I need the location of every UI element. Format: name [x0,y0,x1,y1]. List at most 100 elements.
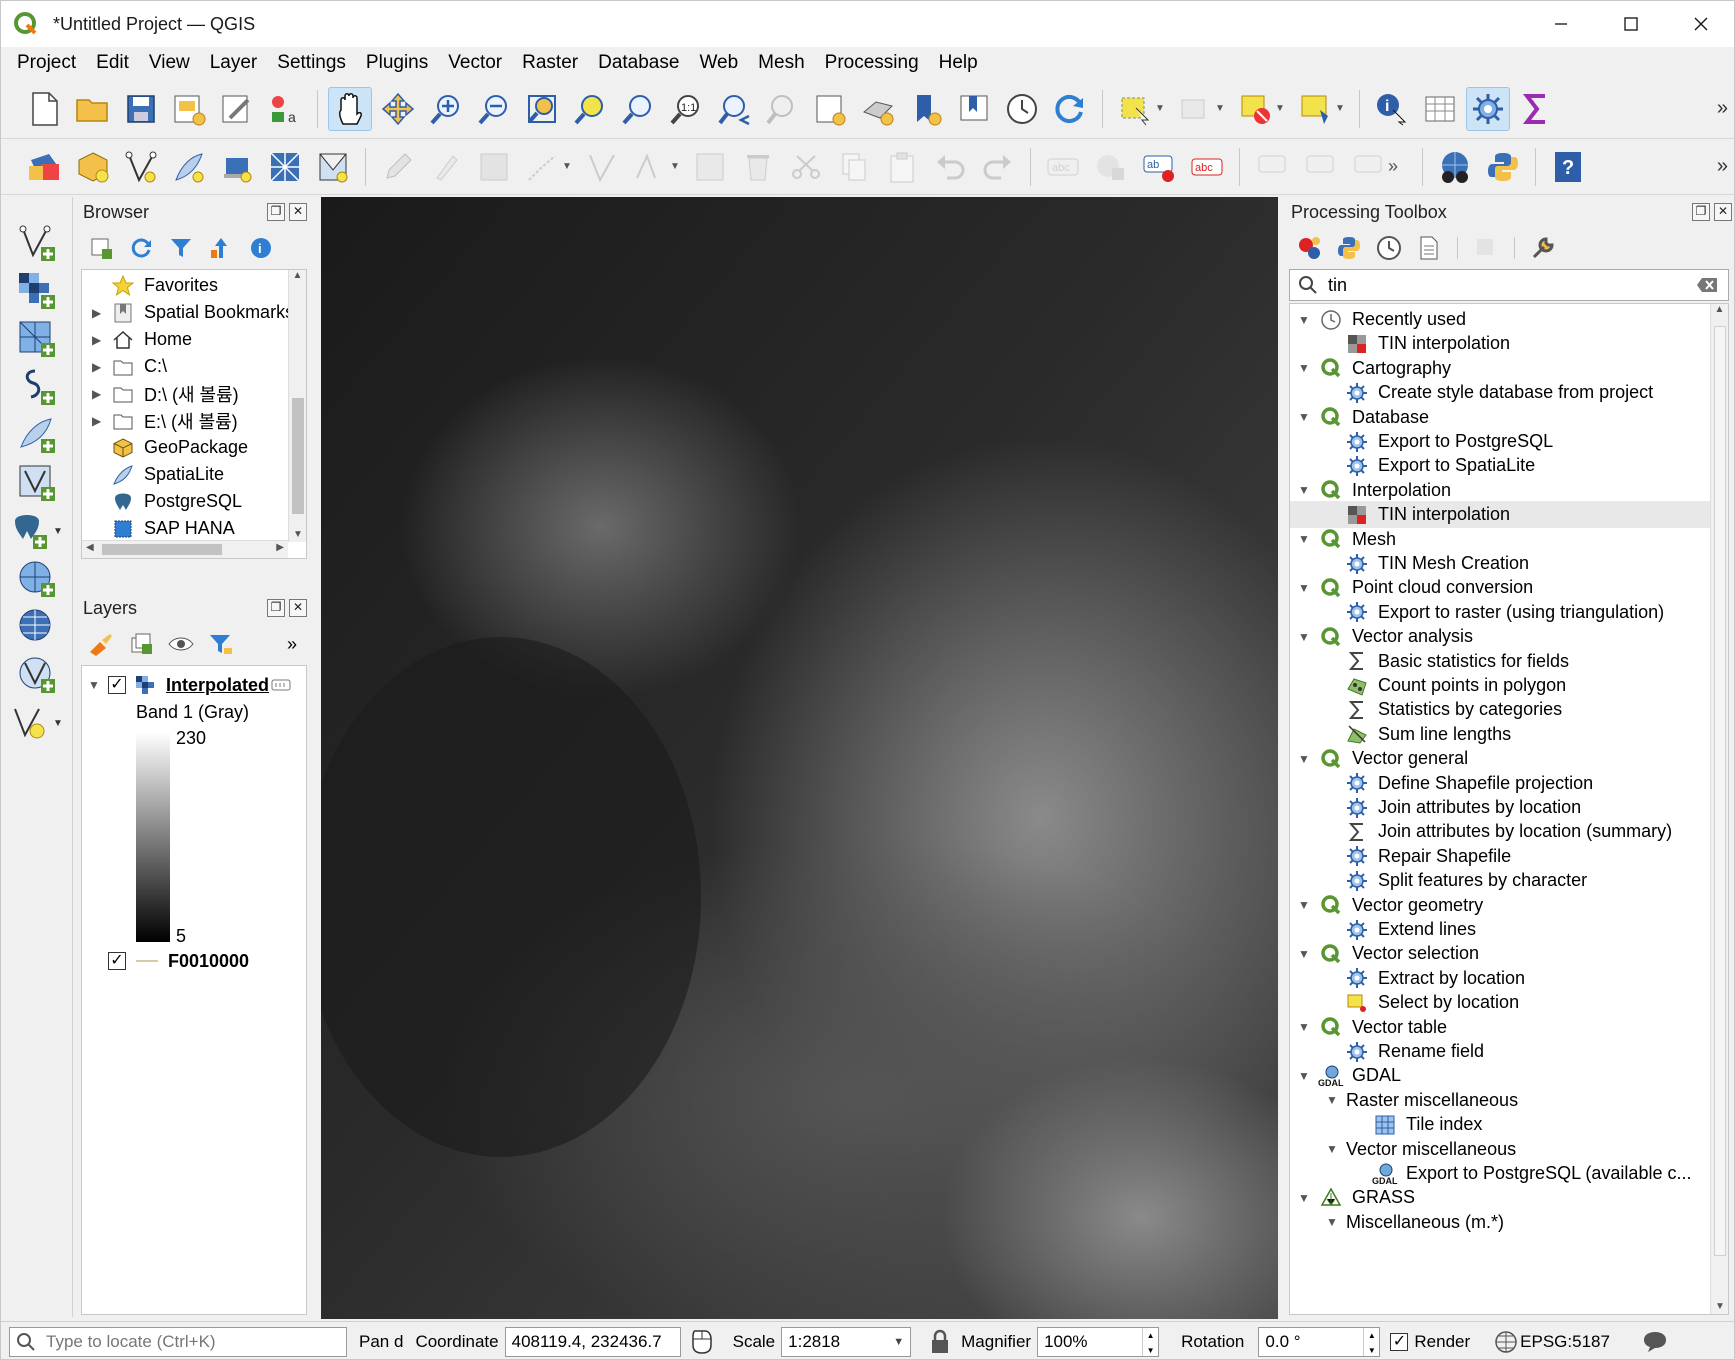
scroll-down-icon[interactable]: ▼ [293,529,303,540]
collapse-arrow-icon[interactable]: ▼ [1298,1020,1312,1034]
crs-globe-icon[interactable] [1494,1330,1518,1354]
new-virtual-layer-button[interactable] [263,145,307,189]
toolbox-algorithm[interactable]: Statistics by categories [1290,696,1710,723]
collapse-arrow-icon[interactable]: ▼ [1298,581,1312,595]
scripts-button[interactable] [1335,234,1363,262]
browser-hscrollbar[interactable]: ◀ ▶ [82,540,288,558]
layers-toolbar-overflow-icon[interactable]: » [287,634,297,655]
mouse-pointer-icon[interactable] [689,1329,715,1355]
show-bookmarks-button[interactable] [952,87,996,131]
scroll-down-icon[interactable]: ▼ [1715,1301,1725,1312]
new-shapefile-layer-button[interactable] [119,145,163,189]
collapse-arrow-icon[interactable]: ▼ [1298,630,1312,644]
magnifier-spinbox[interactable]: 100% ▲ ▼ [1037,1326,1160,1357]
zoom-next-button[interactable] [760,87,804,131]
browser-hscroll-thumb[interactable] [102,544,222,555]
toolbox-algorithm[interactable]: Sum line lengths [1290,721,1710,748]
select-expression-dropdown[interactable]: ▼ [1335,103,1347,114]
toolbox-group[interactable]: ▼ Database [1290,404,1710,431]
toolbox-algorithm[interactable]: Select by location [1290,989,1710,1016]
add-wfs-layer-button[interactable] [9,603,65,651]
browser-item[interactable]: ▶ E:\ (새 볼륨) [82,407,306,434]
add-postgis-layer-button[interactable]: ▼ [9,507,65,555]
layers-close-button[interactable]: ✕ [289,599,307,617]
history-button[interactable] [1375,234,1403,262]
move-label-button[interactable] [1298,145,1342,189]
locator-bar[interactable]: Type to locate (Ctrl+K) [9,1326,347,1357]
raster-layer-row[interactable]: ▼ ✓ Interpolated [88,672,292,698]
identify-features-button[interactable]: i [1370,87,1414,131]
show-hide-labels-button[interactable] [1250,145,1294,189]
toolbox-float-button[interactable]: ❐ [1692,203,1710,221]
add-spatialite-layer-button[interactable] [9,411,65,459]
add-raster-layer-button[interactable] [9,267,65,315]
collapse-all-button[interactable] [207,234,235,262]
deselect-button[interactable] [1173,87,1217,131]
coordinate-field[interactable]: 408119.4, 232436.7 [504,1326,681,1357]
collapse-arrow-icon[interactable]: ▼ [1298,1191,1312,1205]
open-attribute-table-button[interactable] [1418,87,1462,131]
add-wms-layer-button[interactable] [9,555,65,603]
toolbox-group[interactable]: ▼ Point cloud conversion [1290,574,1710,601]
undo-button[interactable] [928,145,972,189]
toolbox-group[interactable]: ▼ Vector geometry [1290,892,1710,919]
edit-features-in-place-button[interactable] [1472,234,1500,262]
toolbox-subgroup[interactable]: ▼ Raster miscellaneous [1290,1087,1710,1114]
crs-label[interactable]: EPSG:5187 [1520,1332,1610,1352]
toolbox-group[interactable]: ▼ Vector analysis [1290,623,1710,650]
expand-arrow-icon[interactable]: ▶ [92,306,110,320]
layer-diagram-button[interactable] [1089,145,1133,189]
select-by-expression-button[interactable] [1293,87,1337,131]
new-map-view-button[interactable] [808,87,852,131]
toolbox-algorithm[interactable]: Rename field [1290,1038,1710,1065]
messages-icon[interactable] [1642,1330,1668,1354]
raster-layer-name[interactable]: Interpolated [166,675,270,696]
collapse-arrow-icon[interactable]: ▼ [1326,1142,1340,1156]
toolbox-algorithm[interactable]: Create style database from project [1290,379,1710,406]
data-source-manager-button[interactable] [23,145,67,189]
deselect-all-button[interactable] [1233,87,1277,131]
raster-layer-checkbox[interactable]: ✓ [108,676,126,694]
browser-item[interactable]: ▶ Home [82,326,306,353]
toolbox-algorithm[interactable]: TIN interpolation [1290,330,1710,357]
new-project-button[interactable] [23,87,67,131]
select-features-dropdown[interactable]: ▼ [1155,103,1167,114]
menu-layer[interactable]: Layer [200,47,268,79]
new-print-layout-button[interactable] [167,87,211,131]
browser-item[interactable]: PostgreSQL [82,488,306,515]
models-button[interactable] [1295,234,1323,262]
toolbox-algorithm[interactable]: Define Shapefile projection [1290,770,1710,797]
collapse-arrow-icon[interactable]: ▼ [1298,410,1312,424]
new-temporary-layer-button[interactable] [215,145,259,189]
add-virtual-layer-button[interactable] [9,459,65,507]
collapse-arrow-icon[interactable]: ▼ [1298,313,1312,327]
zoom-in-button[interactable] [424,87,468,131]
collapse-arrow-icon[interactable]: ▼ [1298,483,1312,497]
properties-button[interactable]: i [247,234,275,262]
vector-layer-checkbox[interactable]: ✓ [108,952,126,970]
browser-item[interactable]: GeoPackage [82,434,306,461]
zoom-to-selection-button[interactable] [568,87,612,131]
new-mesh-layer-button[interactable] [311,145,355,189]
open-project-button[interactable] [71,87,115,131]
toolbox-algorithm[interactable]: Join attributes by location (summary) [1290,818,1710,845]
collapse-arrow-icon[interactable]: ▼ [1298,361,1312,375]
save-project-button[interactable] [119,87,163,131]
menu-help[interactable]: Help [929,47,988,79]
toolbox-subgroup[interactable]: ▼ Vector miscellaneous [1290,1136,1710,1163]
new-bookmark-button[interactable] [904,87,948,131]
layers-float-button[interactable]: ❐ [267,599,285,617]
menu-raster[interactable]: Raster [512,47,588,79]
add-group-button[interactable] [127,630,155,658]
filter-legend-button[interactable] [207,630,235,658]
toolbox-group[interactable]: ▼ Mesh [1290,526,1710,553]
scroll-up-icon[interactable]: ▲ [1711,304,1728,315]
style-manager-button[interactable]: a [263,87,307,131]
toggle-editing-button[interactable] [376,145,420,189]
expand-arrow-icon[interactable]: ▶ [92,360,110,374]
collapse-arrow-icon[interactable]: ▼ [1298,947,1312,961]
labels-overflow[interactable]: » [1388,156,1410,177]
toolbox-group[interactable]: ▼ GDAL GDAL [1290,1062,1710,1089]
toolbox-button[interactable] [1466,86,1510,131]
browser-item[interactable]: ▶ C:\ [82,353,306,380]
